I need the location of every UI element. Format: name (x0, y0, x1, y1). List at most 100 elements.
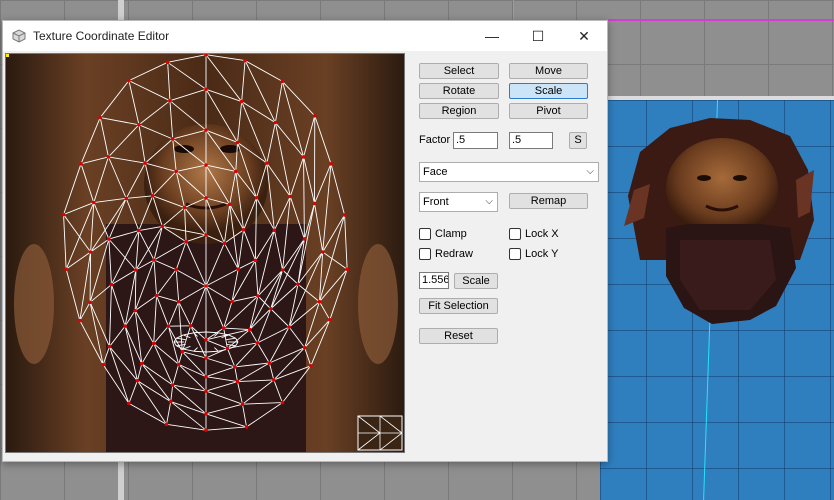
uv-vertex (267, 361, 272, 365)
uv-vertex (101, 362, 105, 367)
clamp-checkbox[interactable]: Clamp (419, 228, 467, 240)
uv-vertex (88, 250, 93, 254)
rotate-button[interactable]: Rotate (419, 83, 499, 99)
region-button[interactable]: Region (419, 103, 499, 119)
checkbox-box (419, 248, 431, 260)
scale-apply-button[interactable]: Scale (454, 273, 498, 289)
uv-vertex (301, 155, 306, 159)
lock-y-label: Lock Y (525, 248, 559, 260)
3d-viewport[interactable] (600, 96, 834, 500)
uv-vertex (124, 196, 129, 201)
uv-vertex (91, 200, 96, 205)
uv-editor-canvas[interactable] (5, 53, 405, 453)
uv-vertex (174, 267, 179, 272)
clamp-label: Clamp (435, 228, 467, 240)
uv-vertex (184, 239, 188, 244)
lock-y-checkbox[interactable]: Lock Y (509, 248, 558, 260)
uv-vertex (168, 399, 173, 404)
uv-vertex (296, 282, 300, 287)
texture-ear-left (14, 244, 54, 364)
uv-vertex (137, 122, 141, 127)
uv-vertex (309, 364, 313, 368)
uv-vertex (273, 120, 278, 125)
uv-vertex (98, 115, 102, 120)
scale-value-field[interactable]: 1.556 (419, 272, 449, 289)
uv-vertex (312, 201, 317, 206)
uv-vertex (154, 293, 159, 298)
group-dropdown[interactable]: Face ⌵ (419, 162, 599, 182)
uv-vertex (272, 228, 277, 233)
checkbox-box (419, 228, 431, 240)
uv-vertex (280, 79, 285, 84)
uv-vertex (204, 163, 208, 167)
factor-y-field[interactable]: .5 (509, 132, 553, 149)
uv-vertex (233, 365, 237, 369)
pivot-button[interactable]: Pivot (509, 103, 588, 119)
uv-vertex (204, 389, 208, 393)
texture-ear-right (358, 244, 398, 364)
close-button[interactable]: ✕ (561, 21, 607, 51)
projection-dropdown[interactable]: Front ⌵ (419, 192, 498, 212)
uv-vertex (61, 212, 66, 217)
chevron-down-icon: ⌵ (586, 166, 594, 177)
factor-s-button[interactable]: S (569, 132, 587, 149)
minimize-button[interactable]: — (469, 21, 515, 51)
uv-vertex (151, 341, 156, 346)
uv-vertex (241, 228, 246, 232)
uv-vertex (88, 300, 92, 305)
uv-vertex (123, 324, 127, 328)
uv-vertex (176, 362, 181, 367)
uv-vertex (204, 412, 208, 416)
uv-vertex (150, 194, 155, 198)
uv-vertex (170, 137, 175, 141)
uv-navigator-thumbnail[interactable] (357, 415, 403, 451)
uv-texture-view[interactable] (6, 54, 405, 453)
uv-vertex (143, 161, 147, 165)
uv-vertex (288, 194, 293, 199)
uv-vertex (302, 345, 307, 350)
uv-vertex (204, 374, 208, 379)
uv-vertex (221, 326, 226, 330)
uv-vertex (106, 155, 111, 159)
uv-vertex (253, 258, 258, 263)
uv-vertex (188, 324, 193, 328)
uv-vertex (255, 341, 260, 345)
reset-button[interactable]: Reset (419, 328, 498, 344)
head-model[interactable] (600, 100, 834, 500)
uv-vertex (78, 318, 82, 323)
uv-vertex (239, 99, 244, 104)
uv-vertex (256, 294, 260, 298)
window-title: Texture Coordinate Editor (33, 29, 170, 43)
uv-origin-marker (6, 54, 9, 57)
uv-vertex (312, 113, 317, 118)
uv-vertex (170, 383, 175, 387)
uv-vertex (328, 317, 332, 322)
scale-mode-button[interactable]: Scale (509, 83, 588, 99)
title-bar[interactable]: Texture Coordinate Editor — ☐ ✕ (3, 21, 607, 51)
redraw-checkbox[interactable]: Redraw (419, 248, 473, 260)
uv-vertex (160, 224, 165, 229)
uv-vertex (280, 400, 285, 405)
uv-vertex (168, 98, 172, 103)
uv-vertex (204, 128, 208, 132)
uv-vertex (164, 422, 169, 427)
move-button[interactable]: Move (509, 63, 588, 79)
factor-x-field[interactable]: .5 (453, 132, 498, 149)
fit-selection-button[interactable]: Fit Selection (419, 298, 498, 314)
uv-vertex (127, 401, 131, 406)
uv-vertex (204, 233, 208, 237)
uv-vertex (247, 327, 252, 332)
lock-x-label: Lock X (525, 228, 559, 240)
uv-vertex (135, 378, 140, 383)
app-icon (12, 29, 26, 43)
uv-vertex (176, 299, 181, 304)
uv-vertex (342, 213, 347, 217)
uv-vertex (107, 237, 111, 241)
select-button[interactable]: Select (419, 63, 499, 79)
uv-vertex (204, 356, 208, 360)
remap-button[interactable]: Remap (509, 193, 588, 209)
uv-vertex (317, 299, 322, 304)
uv-vertex (166, 324, 171, 328)
lock-x-checkbox[interactable]: Lock X (509, 228, 559, 240)
maximize-button[interactable]: ☐ (515, 21, 561, 51)
